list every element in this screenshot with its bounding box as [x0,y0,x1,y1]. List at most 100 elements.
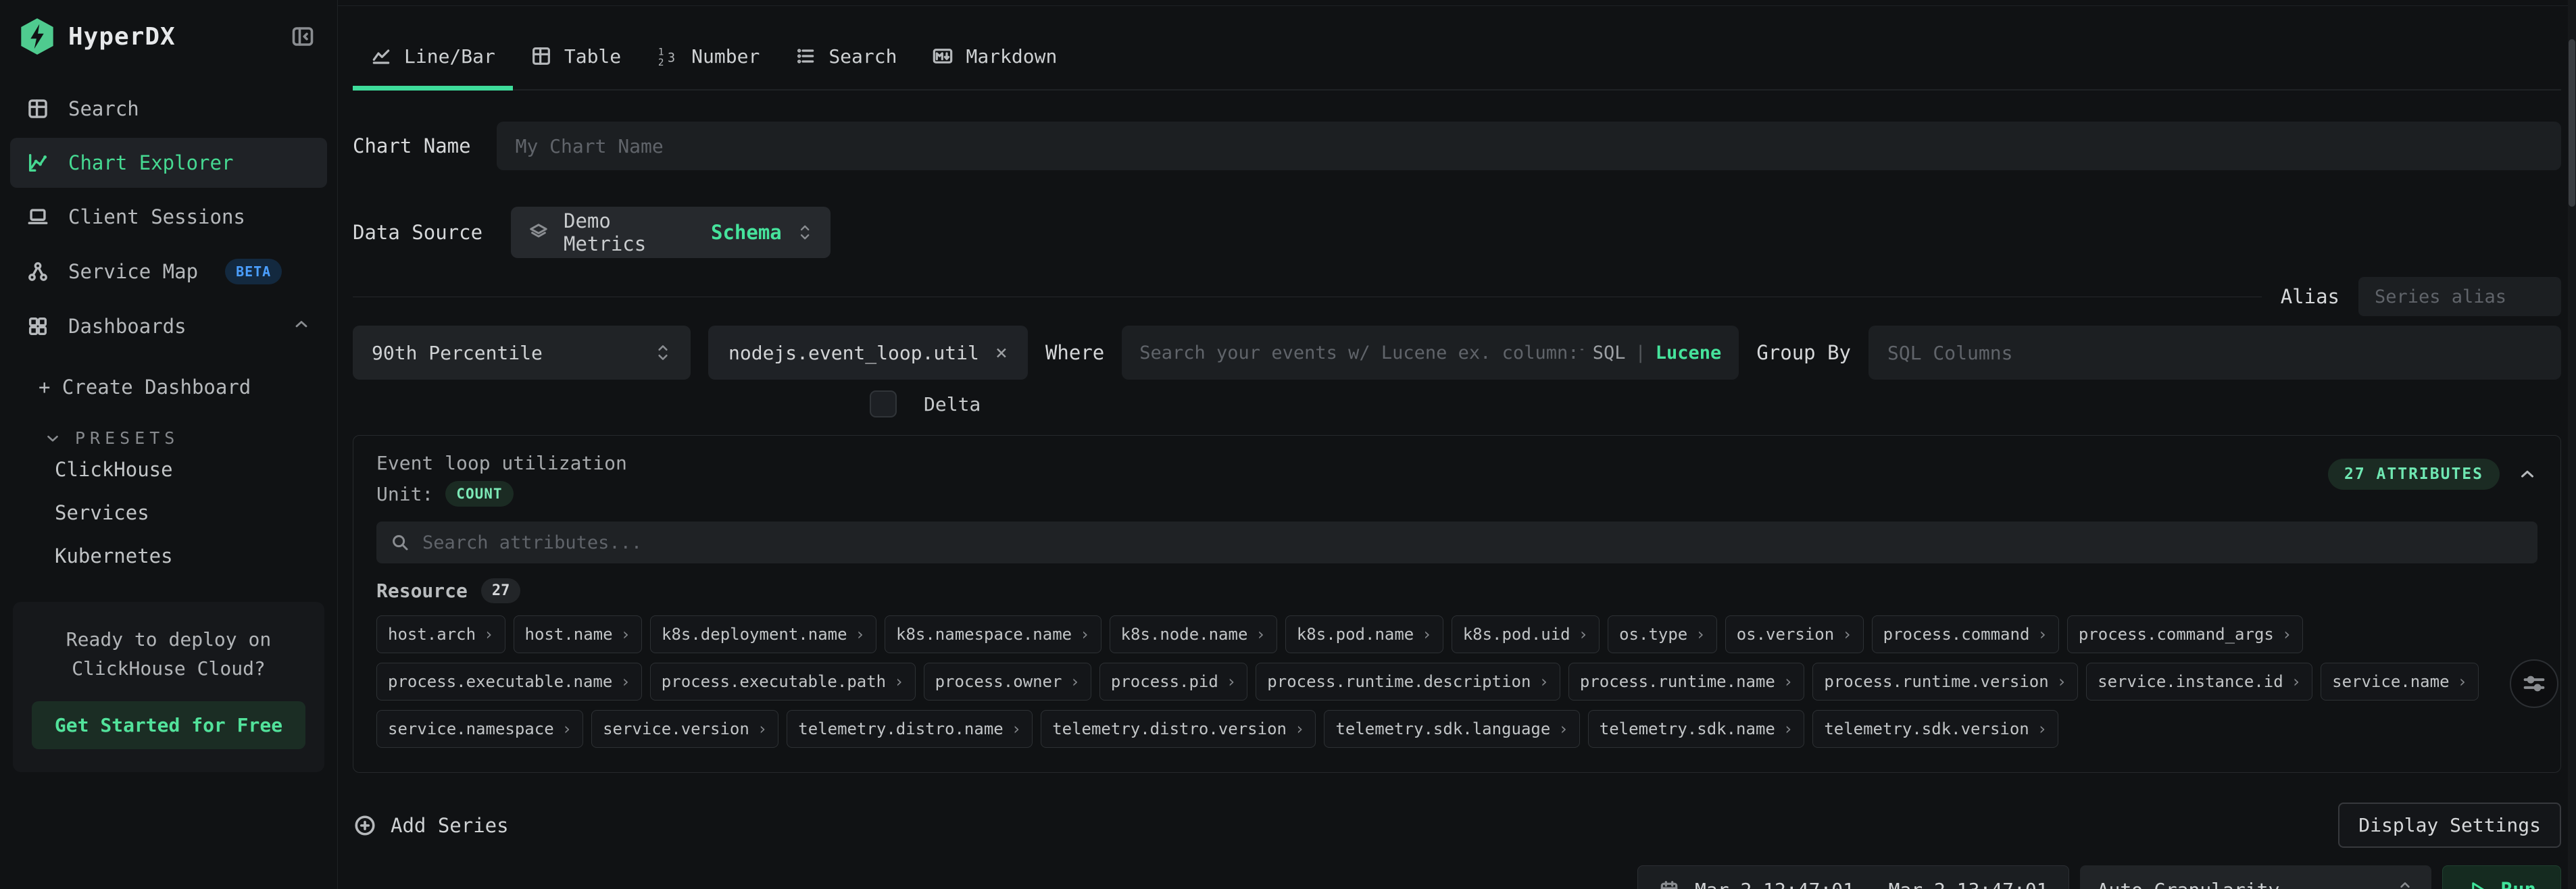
attribute-chip[interactable]: os.version › [1725,615,1864,653]
chevron-right-icon: › [2037,719,2047,738]
attribute-chip-label: process.runtime.description [1267,672,1531,691]
tab-table[interactable]: Table [513,27,639,89]
attribute-chip[interactable]: service.version › [591,710,778,748]
attribute-group-count: 27 [481,578,521,603]
data-source-select[interactable]: Demo Metrics Schema [511,207,831,258]
sql-toggle[interactable]: SQL [1593,342,1626,363]
sidebar-item-client-sessions[interactable]: Client Sessions [10,192,327,242]
chart-explorer-icon [26,151,51,175]
tab-search[interactable]: Search [777,27,914,89]
alias-input[interactable] [2358,277,2561,316]
group-by-input[interactable] [1868,326,2561,380]
alias-label: Alias [2281,285,2339,308]
sidebar-item-dashboards[interactable]: Dashboards [10,301,327,351]
add-series-button[interactable]: Add Series [353,813,509,838]
schema-link[interactable]: Schema [711,221,782,244]
get-started-button[interactable]: Get Started for Free [32,701,305,749]
attribute-chip-label: host.name [525,625,613,644]
attribute-chip[interactable]: telemetry.distro.version › [1041,710,1316,748]
attribute-chip[interactable]: process.runtime.version › [1812,663,2078,701]
chevron-right-icon: › [1080,625,1089,644]
chevron-right-icon: › [484,625,493,644]
chart-name-label: Chart Name [353,134,471,157]
hyperdx-logo-icon [20,18,55,55]
floating-settings-button[interactable] [2510,659,2558,708]
run-button[interactable]: Run [2442,865,2561,889]
attribute-chip[interactable]: process.runtime.name › [1568,663,1804,701]
attribute-chip-label: k8s.pod.name [1297,625,1414,644]
attribute-chip[interactable]: process.executable.name › [376,663,642,701]
attribute-search-input[interactable] [422,532,2524,553]
preset-item-clickhouse[interactable]: ClickHouse [10,448,327,491]
scrollbar-thumb[interactable] [2569,39,2575,207]
aggregation-select[interactable]: 90th Percentile [353,326,691,380]
attribute-chip[interactable]: service.instance.id › [2086,663,2312,701]
dashboards-icon [26,314,51,338]
attribute-chip[interactable]: telemetry.sdk.language › [1324,710,1579,748]
number-123-icon: 123 [656,45,679,68]
chevron-right-icon: › [758,719,767,738]
where-label: Where [1045,341,1104,364]
sidebar-item-search[interactable]: Search [10,84,327,134]
list-icon [795,45,816,67]
run-label: Run [2501,878,2536,889]
remove-metric-icon[interactable]: × [995,341,1008,365]
sliders-icon [2521,670,2548,697]
chevron-right-icon: › [1579,625,1588,644]
tab-number[interactable]: 123 Number [639,27,777,89]
create-dashboard-button[interactable]: + Create Dashboard [10,369,327,405]
display-settings-button[interactable]: Display Settings [2338,803,2561,848]
attribute-chip[interactable]: host.name › [514,615,643,653]
group-by-label: Group By [1756,341,1851,364]
preset-item-services[interactable]: Services [10,491,327,534]
attribute-chip[interactable]: service.namespace › [376,710,583,748]
line-chart-icon [370,45,392,67]
attribute-chip[interactable]: k8s.namespace.name › [885,615,1101,653]
attribute-chip[interactable]: process.runtime.description › [1256,663,1560,701]
attribute-chip-label: telemetry.distro.version [1052,719,1287,738]
attribute-chip[interactable]: k8s.pod.name › [1285,615,1443,653]
attribute-chip[interactable]: k8s.pod.uid › [1452,615,1600,653]
attribute-chip[interactable]: service.name › [2321,663,2479,701]
attribute-chip[interactable]: process.command_args › [2067,615,2303,653]
lucene-toggle[interactable]: Lucene [1656,342,1722,363]
attribute-chip[interactable]: process.command › [1872,615,2059,653]
presets-header[interactable]: PRESETS [10,428,327,448]
metric-description: Event loop utilization [376,452,2537,474]
tab-markdown[interactable]: Markdown [914,27,1074,89]
where-search-input[interactable] [1139,342,1583,363]
attribute-chip[interactable]: telemetry.distro.name › [787,710,1033,748]
table-icon [530,45,552,67]
tab-label: Table [564,45,621,68]
chevron-right-icon: › [2292,672,2301,691]
attribute-chip[interactable]: telemetry.sdk.version › [1812,710,2058,748]
chart-name-input[interactable] [497,122,2561,170]
attribute-chip[interactable]: k8s.node.name › [1110,615,1277,653]
attribute-chip[interactable]: process.owner › [924,663,1091,701]
time-range-picker[interactable]: Mar 2 12:47:01 - Mar 2 13:47:01 [1637,865,2069,889]
sidebar-item-chart-explorer[interactable]: Chart Explorer [10,138,327,188]
granularity-select[interactable]: Auto Granularity [2080,865,2431,889]
chevron-right-icon: › [1783,672,1793,691]
attribute-chip[interactable]: process.executable.path › [650,663,916,701]
attribute-chip[interactable]: process.pid › [1099,663,1247,701]
attribute-chip-label: telemetry.distro.name [798,719,1003,738]
preset-item-kubernetes[interactable]: Kubernetes [10,534,327,578]
unit-label: Unit: [376,483,433,505]
tab-label: Number [691,45,760,68]
chevron-right-icon: › [2282,625,2292,644]
attribute-chip[interactable]: os.type › [1608,615,1717,653]
chevron-up-icon[interactable] [2517,464,2537,484]
collapse-sidebar-icon [291,24,315,49]
delta-checkbox[interactable] [870,390,897,417]
sidebar-item-service-map[interactable]: Service Map BETA [10,246,327,297]
unit-badge: COUNT [445,481,513,507]
attribute-chip[interactable]: k8s.deployment.name › [650,615,876,653]
tab-line-bar[interactable]: Line/Bar [353,27,513,89]
attribute-chip-label: process.command_args [2079,625,2274,644]
attribute-chip[interactable]: telemetry.sdk.name › [1588,710,1805,748]
collapse-sidebar-button[interactable] [288,22,318,51]
vertical-scrollbar[interactable] [2568,0,2576,889]
attribute-chip[interactable]: host.arch › [376,615,505,653]
metric-chip[interactable]: nodejs.event_loop.util × [708,326,1028,380]
